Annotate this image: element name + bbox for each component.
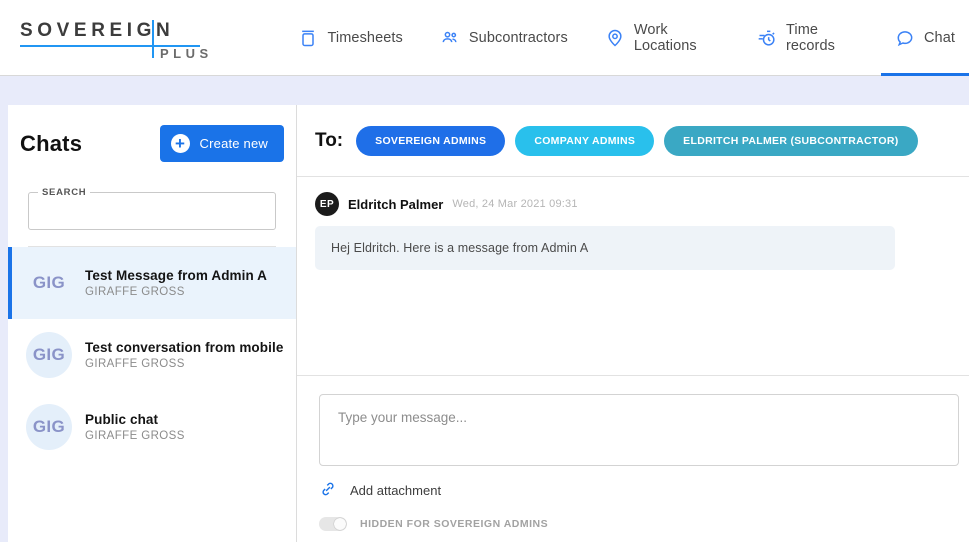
toggle-knob <box>334 518 346 530</box>
chat-list-item-subtitle: GIRAFFE GROSS <box>85 286 185 298</box>
nav-label-chat: Chat <box>923 29 955 46</box>
nav-label-time-records: Time records <box>785 21 836 54</box>
search-container: SEARCH <box>8 182 296 247</box>
to-label: To: <box>315 129 344 151</box>
create-new-label: Create new <box>199 136 268 151</box>
hidden-for-admins-toggle[interactable] <box>319 517 347 531</box>
nav-item-timesheets[interactable]: Timesheets <box>284 0 425 75</box>
message-item: EP Eldritch Palmer Wed, 24 Mar 2021 09:3… <box>315 192 949 270</box>
avatar: GIG <box>26 332 72 378</box>
nav-label-subcontractors: Subcontractors <box>468 29 568 46</box>
content-card: Chats + Create new SEARCH GIG Test Messa… <box>8 105 969 542</box>
hidden-for-admins-row: HIDDEN FOR SOVEREIGN ADMINS <box>319 517 969 531</box>
chat-list-item-2[interactable]: GIG Public chat GIRAFFE GROSS <box>8 391 296 463</box>
message-body: Hej Eldritch. Here is a message from Adm… <box>315 226 895 270</box>
nav-underline-chat <box>880 73 969 76</box>
chat-bubble-icon <box>895 28 915 48</box>
chat-list: GIG Test Message from Admin A GIRAFFE GR… <box>8 247 296 463</box>
chat-list-item-subtitle: GIRAFFE GROSS <box>85 430 185 442</box>
message-input[interactable] <box>336 409 942 426</box>
location-pin-icon <box>605 28 625 48</box>
create-new-button[interactable]: + Create new <box>159 125 284 162</box>
plus-icon: + <box>170 134 190 153</box>
page-title: Chats <box>20 130 83 156</box>
timesheets-icon <box>298 28 318 48</box>
brand-rule-vertical <box>152 19 154 58</box>
recipient-chip-sovereign-admins[interactable]: SOVEREIGN ADMINS <box>356 125 506 156</box>
stopwatch-icon <box>757 28 777 48</box>
search-input[interactable] <box>29 193 275 229</box>
message-composer: Add attachment HIDDEN FOR SOVEREIGN ADMI… <box>297 375 969 531</box>
conversation-panel: To: SOVEREIGN ADMINS COMPANY ADMINS ELDR… <box>297 105 969 542</box>
nav-label-timesheets: Timesheets <box>327 29 403 46</box>
recipients-bar: To: SOVEREIGN ADMINS COMPANY ADMINS ELDR… <box>297 105 969 177</box>
nav-item-time-records[interactable]: Time records <box>743 0 881 75</box>
search-field[interactable]: SEARCH <box>28 187 276 230</box>
recipient-chip-company-admins[interactable]: COMPANY ADMINS <box>515 125 655 156</box>
link-icon <box>319 480 339 500</box>
brand-suffix: PLUS <box>160 45 213 61</box>
chat-list-item-meta: Test conversation from mobile GIRAFFE GR… <box>85 340 283 370</box>
message-list: EP Eldritch Palmer Wed, 24 Mar 2021 09:3… <box>297 177 969 375</box>
app-header: SOVEREIGN PLUS Timesheets Subcontractors… <box>0 0 969 76</box>
avatar: GIG <box>26 404 72 450</box>
chat-list-item-0[interactable]: GIG Test Message from Admin A GIRAFFE GR… <box>8 247 296 319</box>
chat-list-item-meta: Test Message from Admin A GIRAFFE GROSS <box>85 268 267 298</box>
message-timestamp: Wed, 24 Mar 2021 09:31 <box>452 198 578 210</box>
chat-list-item-subtitle: GIRAFFE GROSS <box>85 358 185 370</box>
chats-panel: Chats + Create new SEARCH GIG Test Messa… <box>8 105 297 542</box>
selected-indicator <box>8 247 12 319</box>
app-root: SOVEREIGN PLUS Timesheets Subcontractors… <box>0 0 969 542</box>
nav-item-chat[interactable]: Chat <box>880 0 969 76</box>
nav-label-work-locations: Work Locations <box>633 21 697 54</box>
add-attachment-button[interactable]: Add attachment <box>319 480 969 500</box>
add-attachment-label: Add attachment <box>350 482 442 498</box>
chat-list-item-name: Test conversation from mobile <box>85 340 284 355</box>
chat-list-item-1[interactable]: GIG Test conversation from mobile GIRAFF… <box>8 319 296 391</box>
composer-box[interactable] <box>319 394 959 466</box>
main-nav: Timesheets Subcontractors Work Locations… <box>284 0 969 76</box>
chat-list-item-name: Test Message from Admin A <box>85 268 268 283</box>
subcontractors-icon <box>440 28 460 48</box>
chat-list-item-meta: Public chat GIRAFFE GROSS <box>85 412 185 442</box>
nav-item-work-locations[interactable]: Work Locations <box>591 0 743 75</box>
chats-panel-header: Chats + Create new <box>8 105 296 182</box>
message-header: EP Eldritch Palmer Wed, 24 Mar 2021 09:3… <box>315 192 949 216</box>
avatar: GIG <box>32 273 66 292</box>
recipient-chip-eldritch-palmer[interactable]: ELDRITCH PALMER (SUBCONTRACTOR) <box>664 125 918 156</box>
hidden-for-admins-label: HIDDEN FOR SOVEREIGN ADMINS <box>360 518 549 530</box>
brand-logo[interactable]: SOVEREIGN PLUS <box>20 14 208 62</box>
message-author: Eldritch Palmer <box>348 196 444 212</box>
nav-item-subcontractors[interactable]: Subcontractors <box>426 0 591 75</box>
chat-list-item-name: Public chat <box>85 412 159 427</box>
avatar: EP <box>315 192 339 216</box>
